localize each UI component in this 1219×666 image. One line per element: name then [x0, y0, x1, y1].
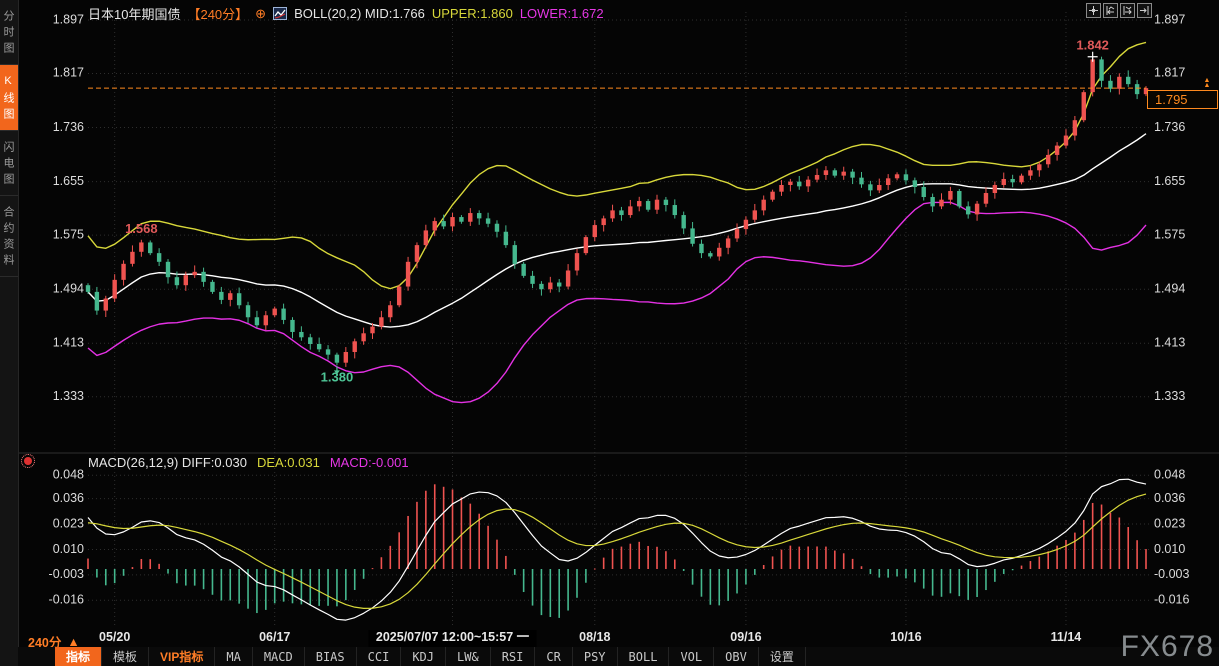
x-axis-label: 2025/07/07 12:00~15:57 一	[376, 630, 530, 644]
macd-layer	[87, 479, 1147, 620]
macd-dea-value: DEA:0.031	[257, 455, 320, 470]
boll-upper-value: UPPER:1.860	[432, 6, 513, 21]
axis-tick-label: 0.048	[1154, 468, 1185, 482]
live-indicator-icon	[24, 457, 32, 465]
toolbar-item-settings[interactable]: 设置	[759, 647, 806, 666]
axis-tick-label: 0.036	[1154, 491, 1185, 505]
toolbar-item-template[interactable]: 模板	[102, 647, 149, 666]
macd-info-bar: MACD(26,12,9) DIFF:0.030 DEA:0.031 MACD:…	[88, 455, 409, 470]
axis-tick-label: 1.494	[53, 282, 84, 296]
pan-right-icon[interactable]	[1137, 3, 1152, 18]
price-annotation: 1.568	[125, 221, 158, 236]
axis-tick-label: 0.048	[53, 468, 84, 482]
chart-logo-icon	[273, 7, 287, 20]
annotations-layer: 1.568 1.380 1.842	[88, 38, 1146, 385]
axis-tick-label: 1.817	[1154, 66, 1185, 80]
chart-tool-buttons	[1086, 3, 1152, 18]
axis-tick-label: 1.575	[53, 227, 84, 241]
axis-tick-label: 0.010	[1154, 542, 1185, 556]
axis-tick-label: 1.575	[1154, 227, 1185, 241]
toolbar-item-vip-indicator[interactable]: VIP指标	[149, 647, 215, 666]
kline-chart-app: 分时图 K线图 闪电图 合约资料 1.897 1.897 1.817 1.817 1.7…	[0, 0, 1219, 666]
fx678-watermark: FX678	[1121, 630, 1214, 664]
axis-tick-label: -0.016	[1154, 593, 1189, 607]
axis-tick-label: 1.333	[53, 389, 84, 403]
toolbar-item-lwr[interactable]: LW&	[446, 647, 491, 666]
price-annotation: 1.842	[1076, 38, 1109, 53]
candles-layer	[86, 57, 1148, 367]
axis-tick-label: 0.023	[1154, 516, 1185, 530]
axis-tick-label: 1.413	[1154, 336, 1185, 350]
toolbar-item-rsi[interactable]: RSI	[491, 647, 536, 666]
toolbar-item-cci[interactable]: CCI	[357, 647, 402, 666]
toolbar-item-ma[interactable]: MA	[215, 647, 252, 666]
toolbar-item-boll[interactable]: BOLL	[618, 647, 670, 666]
period-label[interactable]: 【240分】	[187, 4, 248, 23]
price-annotation: 1.380	[321, 369, 354, 384]
current-price-value: 1.795	[1155, 92, 1188, 107]
x-axis-label: 05/20	[99, 630, 130, 644]
toolbar-item-psy[interactable]: PSY	[573, 647, 618, 666]
crosshair-toggle-icon[interactable]: ⊕	[255, 6, 266, 22]
macd-diff-value: MACD(26,12,9) DIFF:0.030	[88, 455, 247, 470]
price-up-arrows-icon: ▲▲	[1201, 78, 1213, 90]
axis-tick-label: 1.897	[1154, 12, 1185, 26]
x-axis-label: 06/17	[259, 630, 290, 644]
toolbar-item-vol[interactable]: VOL	[669, 647, 714, 666]
axis-tick-label: 1.655	[1154, 174, 1185, 188]
toolbar-item-macd[interactable]: MACD	[253, 647, 305, 666]
crosshair-icon[interactable]	[1086, 3, 1101, 18]
macd-value: MACD:-0.001	[330, 455, 409, 470]
toolbar-item-bias[interactable]: BIAS	[305, 647, 357, 666]
axis-tick-label: -0.003	[49, 567, 84, 581]
toolbar-item-kdj[interactable]: KDJ	[401, 647, 446, 666]
axis-tick-label: 0.010	[53, 542, 84, 556]
sidebar-tab-kline-chart[interactable]: K线图	[0, 65, 18, 131]
axis-tick-label: 1.333	[1154, 389, 1185, 403]
axis-tick-label: 1.817	[53, 66, 84, 80]
scale-left-icon[interactable]	[1103, 3, 1118, 18]
chart-info-bar: 日本10年期国债 【240分】 ⊕ BOLL(20,2) MID:1.766 U…	[88, 4, 604, 23]
axis-tick-label: 1.494	[1154, 282, 1185, 296]
toolbar-item-indicator[interactable]: 指标	[55, 647, 102, 666]
axis-tick-label: 1.897	[53, 12, 84, 26]
sidebar: 分时图 K线图 闪电图 合约资料	[0, 0, 19, 666]
sidebar-tab-contract-info[interactable]: 合约资料	[0, 196, 18, 277]
axis-labels-layer: 1.897 1.897 1.817 1.817 1.736 1.736 1.655 1.655…	[49, 12, 1190, 647]
axis-tick-label: 0.036	[53, 491, 84, 505]
x-axis-label: 11/14	[1051, 630, 1082, 644]
axis-tick-label: 1.736	[53, 120, 84, 134]
scale-right-icon[interactable]	[1120, 3, 1135, 18]
axis-tick-label: 1.413	[53, 336, 84, 350]
sidebar-tab-flash-chart[interactable]: 闪电图	[0, 131, 18, 196]
axis-tick-label: -0.003	[1154, 567, 1189, 581]
sidebar-tab-time-chart[interactable]: 分时图	[0, 0, 18, 65]
toolbar-item-cr[interactable]: CR	[535, 647, 572, 666]
x-axis-label: 09/16	[730, 630, 761, 644]
toolbar-item-obv[interactable]: OBV	[714, 647, 759, 666]
axis-tick-label: -0.016	[49, 593, 84, 607]
symbol-title: 日本10年期国债	[88, 4, 180, 23]
chart-canvas[interactable]: 1.897 1.897 1.817 1.817 1.736 1.736 1.655 1.655…	[0, 0, 1219, 666]
boll-mid-value: BOLL(20,2) MID:1.766	[294, 6, 425, 21]
axis-tick-label: 1.736	[1154, 120, 1185, 134]
grid-layer	[18, 12, 1219, 628]
x-axis-label: 08/18	[579, 630, 610, 644]
boll-lower-value: LOWER:1.672	[520, 6, 604, 21]
axis-tick-label: 0.023	[53, 516, 84, 530]
indicator-toolbar: 指标 模板 VIP指标 MA MACD BIAS CCI	[18, 647, 1219, 666]
bollinger-bands-layer	[88, 42, 1146, 402]
axis-tick-label: 1.655	[53, 174, 84, 188]
current-price-tag: 1.795	[1147, 90, 1218, 109]
x-axis-label: 10/16	[890, 630, 921, 644]
